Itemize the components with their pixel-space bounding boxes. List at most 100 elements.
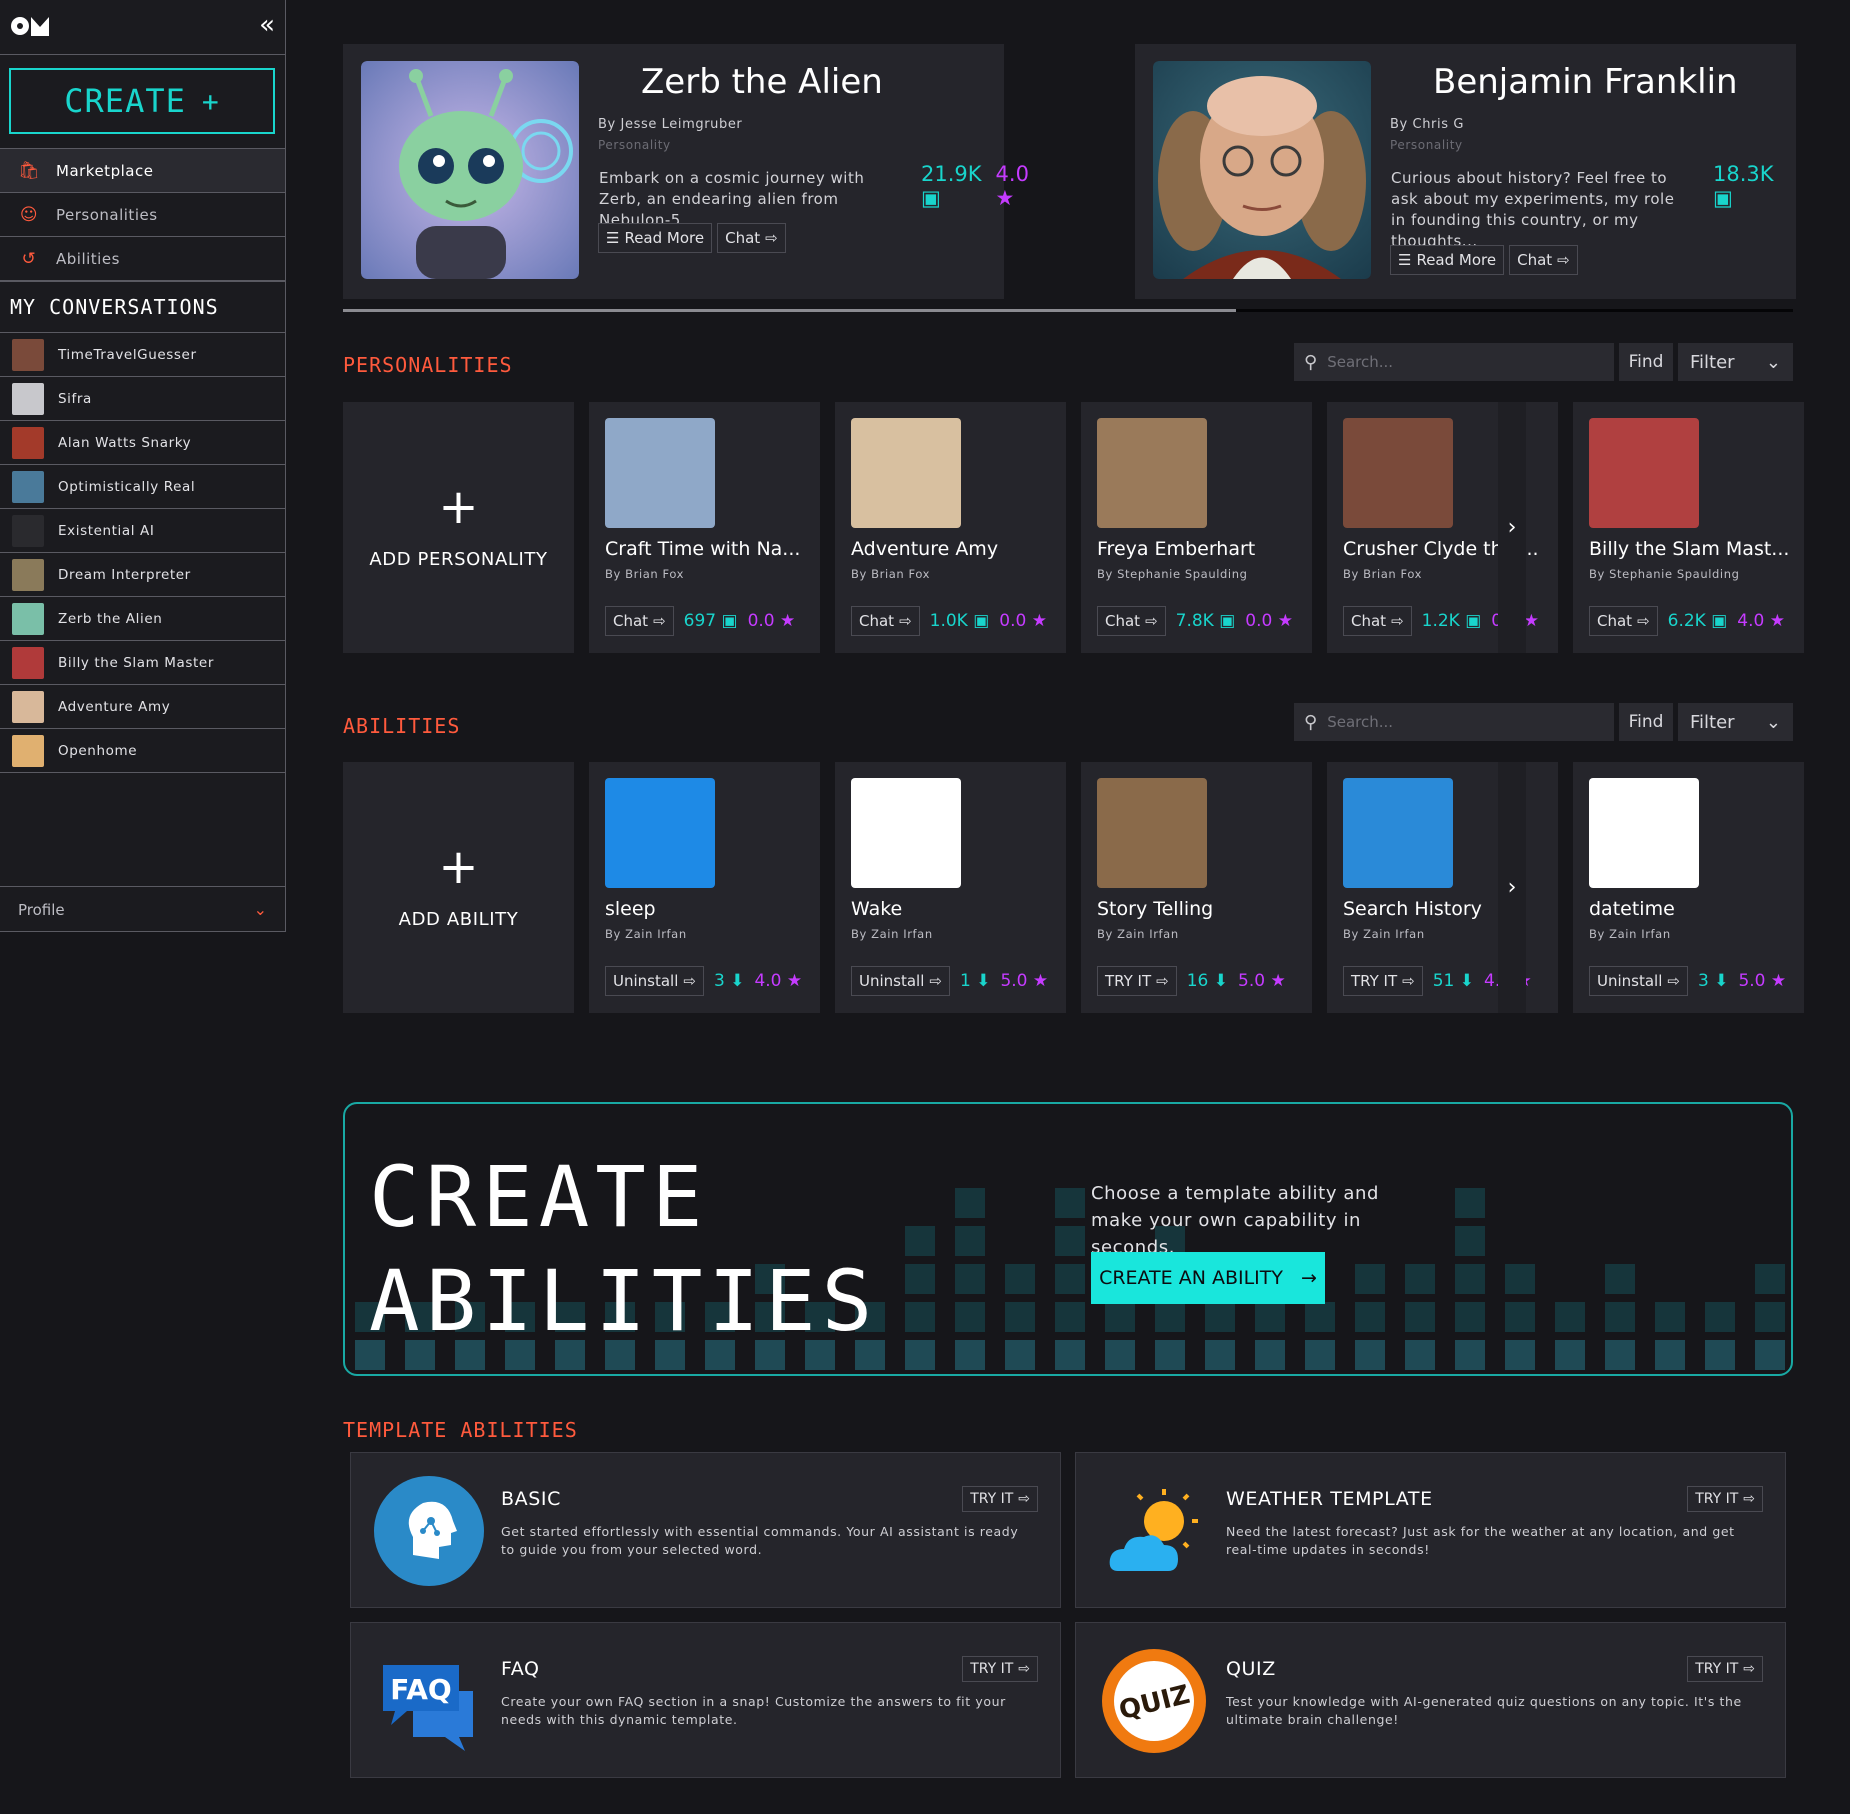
template-card-weather[interactable]: WEATHER TEMPLATE Need the latest forecas… bbox=[1075, 1452, 1786, 1608]
add-personality-card[interactable]: + ADD PERSONALITY bbox=[343, 402, 574, 653]
abilities-search-input[interactable]: ⚲ Search... bbox=[1294, 703, 1614, 741]
star-icon: ★ bbox=[1523, 611, 1539, 631]
conversation-item[interactable]: Alan Watts Snarky bbox=[0, 421, 285, 465]
personalities-search-input[interactable]: ⚲ Search... bbox=[1294, 343, 1614, 381]
card-action-button[interactable]: Uninstall ⇨ bbox=[1589, 966, 1688, 996]
card-image bbox=[851, 418, 961, 528]
card-count: 1.2K ▣ bbox=[1422, 611, 1482, 631]
card-action-button[interactable]: Chat ⇨ bbox=[1343, 606, 1412, 636]
ability-card[interactable]: datetime By Zain Irfan Uninstall ⇨ 3 ⬇ 5.0 ★ bbox=[1573, 762, 1804, 1013]
add-ability-card[interactable]: + ADD ABILITY bbox=[343, 762, 574, 1013]
template-card-faq[interactable]: FAQ FAQ Create your own FAQ section in a… bbox=[350, 1622, 1061, 1778]
card-action-button[interactable]: Chat ⇨ bbox=[851, 606, 920, 636]
conversation-item[interactable]: Adventure Amy bbox=[0, 685, 285, 729]
conversation-item[interactable]: Openhome bbox=[0, 729, 285, 773]
read-more-button[interactable]: ☰ Read More bbox=[598, 223, 713, 253]
card-action-button[interactable]: Uninstall ⇨ bbox=[605, 966, 704, 996]
chat-button[interactable]: Chat ⇨ bbox=[717, 223, 786, 253]
personality-card[interactable]: Adventure Amy By Brian Fox Chat ⇨ 1.0K ▣ 0.0 … bbox=[835, 402, 1066, 653]
card-action-button[interactable]: Chat ⇨ bbox=[1589, 606, 1658, 636]
conversation-label: Dream Interpreter bbox=[58, 566, 191, 583]
conversation-item[interactable]: TimeTravelGuesser bbox=[0, 333, 285, 377]
equalizer-block bbox=[1555, 1340, 1585, 1370]
download-icon: ⬇ bbox=[1714, 971, 1729, 991]
conversation-item[interactable]: Existential AI bbox=[0, 509, 285, 553]
chevron-right-icon: › bbox=[1507, 515, 1517, 540]
personalities-row: + ADD PERSONALITY Craft Time with Na... B… bbox=[343, 402, 1825, 653]
conversation-item[interactable]: Billy the Slam Master bbox=[0, 641, 285, 685]
openhome-logo[interactable] bbox=[10, 14, 58, 38]
plus-icon: + bbox=[201, 84, 220, 118]
create-button-label: CREATE bbox=[64, 82, 186, 120]
card-action-button[interactable]: Chat ⇨ bbox=[605, 606, 674, 636]
featured-title: Zerb the Alien bbox=[641, 62, 883, 102]
nav-item-personalities[interactable]: ☺ Personalities bbox=[0, 193, 285, 237]
conversation-item[interactable]: Zerb the Alien bbox=[0, 597, 285, 641]
template-card-basic[interactable]: BASIC Get started effortlessly with esse… bbox=[350, 1452, 1061, 1608]
featured-card[interactable]: Zerb the Alien By Jesse Leimgruber Perso… bbox=[343, 44, 1029, 299]
card-footer: Chat ⇨ 1.0K ▣ 0.0 ★ bbox=[851, 606, 1047, 636]
personality-card[interactable]: Freya Emberhart By Stephanie Spaulding Cha… bbox=[1081, 402, 1312, 653]
personalities-next-arrow[interactable]: › bbox=[1498, 402, 1526, 653]
nav-item-abilities[interactable]: ↺ Abilities bbox=[0, 237, 285, 281]
find-button[interactable]: Find bbox=[1619, 703, 1673, 741]
featured-card[interactable]: Benjamin Franklin By Chris G Personality… bbox=[1135, 44, 1796, 299]
card-image bbox=[605, 778, 715, 888]
abilities-next-arrow[interactable]: › bbox=[1498, 762, 1526, 1013]
arrow-right-icon: ⇨ bbox=[1637, 612, 1650, 630]
equalizer-block bbox=[1055, 1226, 1085, 1256]
try-it-button[interactable]: TRY IT ⇨ bbox=[962, 1656, 1038, 1682]
count-value: 1 bbox=[959, 971, 971, 991]
filter-dropdown[interactable]: Filter ⌄ bbox=[1678, 343, 1793, 381]
card-count: 697 ▣ bbox=[684, 611, 738, 631]
conversations-heading: MY CONVERSATIONS bbox=[0, 281, 285, 333]
card-action-button[interactable]: Uninstall ⇨ bbox=[851, 966, 950, 996]
create-abilities-banner: CREATE ABILITIES Choose a template abili… bbox=[343, 1102, 1793, 1376]
profile-menu[interactable]: Profile ⌄ bbox=[0, 886, 285, 932]
featured-author: By Chris G bbox=[1390, 117, 1464, 132]
card-action-button[interactable]: Chat ⇨ bbox=[1097, 606, 1166, 636]
weather-icon bbox=[1109, 1489, 1198, 1571]
create-ability-button[interactable]: CREATE AN ABILITY → bbox=[1091, 1252, 1325, 1304]
conversation-item[interactable]: Optimistically Real bbox=[0, 465, 285, 509]
ability-card[interactable]: Story Telling By Zain Irfan TRY IT ⇨ 16 ⬇ 5.0… bbox=[1081, 762, 1312, 1013]
template-card-quiz[interactable]: QUIZ QUIZ Test your knowledge with AI-ge… bbox=[1075, 1622, 1786, 1778]
equalizer-block bbox=[1355, 1340, 1385, 1370]
filter-dropdown[interactable]: Filter ⌄ bbox=[1678, 703, 1793, 741]
conversation-item[interactable]: Sifra bbox=[0, 377, 285, 421]
personality-card[interactable]: Craft Time with Na... By Brian Fox Chat ⇨ 69… bbox=[589, 402, 820, 653]
chat-button[interactable]: Chat ⇨ bbox=[1509, 245, 1578, 275]
chat-icon: ▣ bbox=[973, 611, 990, 631]
conversation-avatar bbox=[12, 426, 44, 459]
chat-icon: ▣ bbox=[1219, 611, 1236, 631]
try-it-button[interactable]: TRY IT ⇨ bbox=[962, 1486, 1038, 1512]
nav-item-marketplace[interactable]: 🛍︎ Marketplace bbox=[0, 149, 285, 193]
star-icon: ★ bbox=[1769, 611, 1785, 631]
create-button[interactable]: CREATE + bbox=[9, 68, 275, 134]
card-rating: 0.0 ★ bbox=[1245, 611, 1293, 631]
template-description: Create your own FAQ section in a snap! C… bbox=[501, 1694, 1006, 1727]
ability-card[interactable]: Wake By Zain Irfan Uninstall ⇨ 1 ⬇ 5.0 ★ bbox=[835, 762, 1066, 1013]
arrow-right-icon: ⇨ bbox=[1743, 1491, 1755, 1507]
filter-label: Filter bbox=[1690, 711, 1735, 733]
find-button[interactable]: Find bbox=[1619, 343, 1673, 381]
personality-card[interactable]: Billy the Slam Mast... By Stephanie Spaul… bbox=[1573, 402, 1804, 653]
count-value: 51 bbox=[1432, 971, 1455, 991]
equalizer-block bbox=[1505, 1302, 1535, 1332]
conversation-item[interactable]: Dream Interpreter bbox=[0, 553, 285, 597]
collapse-sidebar-icon[interactable]: « bbox=[259, 12, 275, 38]
try-it-button[interactable]: TRY IT ⇨ bbox=[1687, 1486, 1763, 1512]
nav-label: Personalities bbox=[56, 205, 158, 224]
equalizer-block bbox=[905, 1264, 935, 1294]
card-title: sleep bbox=[605, 898, 656, 920]
try-it-button[interactable]: TRY IT ⇨ bbox=[1687, 1656, 1763, 1682]
card-action-button[interactable]: TRY IT ⇨ bbox=[1097, 966, 1177, 996]
ability-card[interactable]: sleep By Zain Irfan Uninstall ⇨ 3 ⬇ 4.0 ★ bbox=[589, 762, 820, 1013]
equalizer-block bbox=[955, 1226, 985, 1256]
count-value: 16 bbox=[1186, 971, 1209, 991]
chevron-down-icon: ⌄ bbox=[1765, 711, 1781, 733]
add-personality-label: ADD PERSONALITY bbox=[369, 549, 548, 570]
read-more-button[interactable]: ☰ Read More bbox=[1390, 245, 1505, 275]
card-action-button[interactable]: TRY IT ⇨ bbox=[1343, 966, 1423, 996]
card-image bbox=[1343, 778, 1453, 888]
